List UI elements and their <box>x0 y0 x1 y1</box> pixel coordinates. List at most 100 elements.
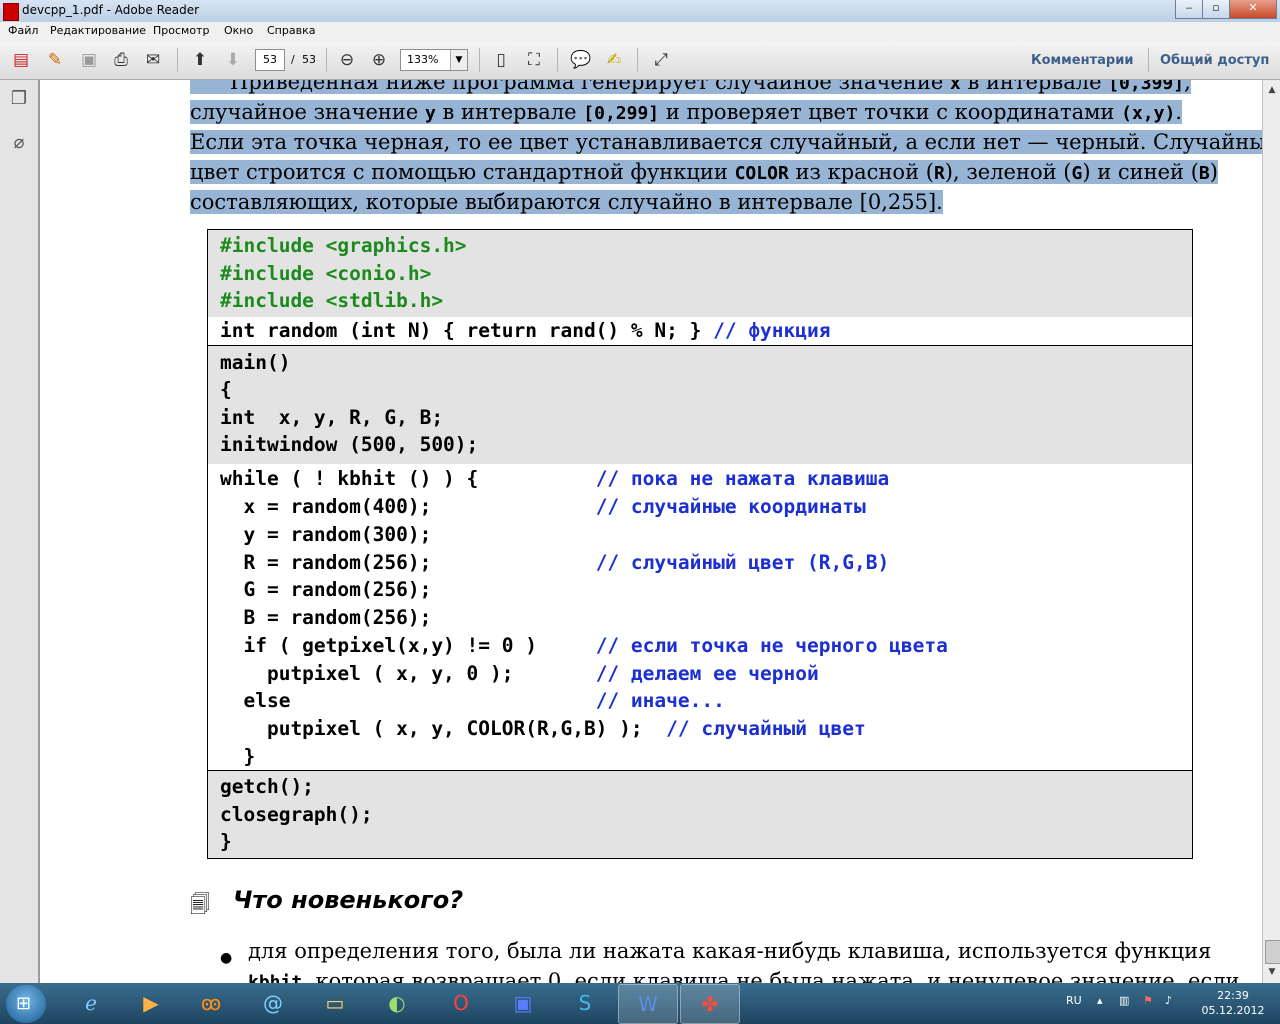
action-center-icon[interactable]: ⚑ <box>1143 994 1153 1007</box>
messenger-icon[interactable]: @ <box>244 984 302 1022</box>
section-title: Что новенького? <box>233 886 464 914</box>
text-run: , <box>1184 80 1191 94</box>
code-run: [0,299] <box>583 103 660 124</box>
maximize-button[interactable]: ▫ <box>1202 0 1230 19</box>
code-block-end: getch(); closegraph(); } <box>208 771 1192 858</box>
toolbar-separator <box>557 48 558 72</box>
vertical-scrollbar[interactable]: ▲ ▼ <box>1262 80 1280 983</box>
code-line: G = random(256); <box>220 578 432 601</box>
media-player-icon[interactable]: ▶ <box>122 984 180 1022</box>
code-line: #include <stdlib.h> <box>220 289 444 312</box>
chevron-down-icon[interactable]: ▼ <box>450 50 467 70</box>
attachments-icon[interactable]: ⌀ <box>8 132 30 156</box>
fullscreen-icon[interactable]: ⤢ <box>648 47 674 73</box>
adobe-reader-icon[interactable]: ✤ <box>680 984 740 1024</box>
code-line: main() <box>220 351 291 374</box>
code-listing: #include <graphics.h> #include <conio.h>… <box>207 229 1193 859</box>
scroll-up-icon[interactable]: ▲ <box>1264 82 1280 98</box>
text-run: Если эта точка черная, то ее цвет устана… <box>190 130 1262 154</box>
volume-icon[interactable]: ♪ <box>1165 994 1172 1007</box>
paragraph-line: Если эта точка черная, то ее цвет устана… <box>190 130 1262 154</box>
word-icon[interactable]: W <box>618 984 678 1024</box>
zoom-select[interactable]: 133% ▼ <box>400 49 468 71</box>
menu-window[interactable]: Окно <box>224 24 253 37</box>
skype-icon[interactable]: S <box>556 984 614 1022</box>
code-run: y <box>424 103 436 124</box>
code-comment: // пока не нажата клавиша <box>595 467 890 490</box>
menu-help[interactable]: Справка <box>267 24 315 37</box>
code-comment: // если точка не черного цвета <box>595 634 948 657</box>
text-run: цвет строится с помощью стандартной функ… <box>190 160 735 184</box>
code-block-includes: #include <graphics.h> #include <conio.h>… <box>208 230 1192 317</box>
text-run: Приведенная ниже программа генерирует сл… <box>230 80 950 94</box>
email-icon[interactable]: ✉ <box>140 47 166 73</box>
text-run: в интервале <box>960 80 1109 94</box>
windows-logo-icon: ⊞ <box>16 993 32 1014</box>
code-comment: // случайный цвет (R,G,B) <box>595 551 890 574</box>
code-line: B = random(256); <box>220 606 432 629</box>
fit-width-icon[interactable]: ⛶ <box>521 47 547 73</box>
text-run: из красной ( <box>788 160 934 184</box>
ie-icon[interactable]: ℯ <box>62 984 120 1022</box>
comment-icon[interactable]: 💬 <box>568 47 594 73</box>
code-line: putpixel ( x, y, COLOR(R,G,B) ); <box>220 717 667 740</box>
scroll-thumb[interactable] <box>1265 940 1280 964</box>
fit-page-icon[interactable]: ▯ <box>488 47 514 73</box>
create-pdf-icon[interactable]: ▤ <box>8 47 34 73</box>
code-line: initwindow (500, 500); <box>220 433 479 456</box>
print-icon[interactable]: ⎙ <box>108 47 134 73</box>
next-page-icon[interactable]: ⬇ <box>220 47 246 73</box>
bullet-dot-icon: ● <box>220 950 233 966</box>
code-line: int random (int N) { return rand() % N; … <box>220 319 714 342</box>
green-app-icon[interactable]: ◐ <box>368 984 426 1022</box>
prev-page-icon[interactable]: ⬆ <box>187 47 213 73</box>
toolbar: ▤ ✎ ▣ ⎙ ✉ ⬆ ⬇ 53 / 53 ⊖ ⊕ 133% ▼ ▯ ⛶ 💬 ✍… <box>0 41 1280 80</box>
tray-expand-icon[interactable]: ▴ <box>1097 994 1103 1007</box>
code-comment: // функция <box>713 319 831 342</box>
code-line: putpixel ( x, y, 0 ); <box>220 662 596 685</box>
zoom-in-icon[interactable]: ⊕ <box>366 47 392 73</box>
toolbar-separator <box>177 48 178 72</box>
code-line: getch(); <box>220 775 314 798</box>
document-page: Приведенная ниже программа генерирует сл… <box>40 80 1262 983</box>
clock[interactable]: 22:39 05.12.2012 <box>1196 988 1270 1018</box>
code-comment: // случайный цвет <box>666 717 866 740</box>
toolbar-separator <box>1148 48 1149 72</box>
menu-file[interactable]: Файл <box>8 24 38 37</box>
save-icon[interactable]: ▣ <box>76 47 102 73</box>
minimize-button[interactable]: ‒ <box>1175 0 1203 19</box>
paragraph-line: составляющих, которые выбираются случайн… <box>190 190 943 214</box>
text-run: составляющих, которые выбираются случайн… <box>190 190 943 214</box>
code-line: #include <graphics.h> <box>220 234 467 257</box>
paragraph-line: случайное значение y в интервале [0,299]… <box>190 100 1182 124</box>
code-run: x <box>949 80 961 94</box>
close-button[interactable]: ✕ <box>1229 0 1277 19</box>
highlight-icon[interactable]: ✍ <box>601 47 627 73</box>
pdf-file-icon <box>3 3 19 21</box>
floppy-save-icon[interactable]: ▣ <box>494 984 552 1022</box>
menu-edit[interactable]: Редактирование <box>50 24 146 37</box>
zoom-out-icon[interactable]: ⊖ <box>334 47 360 73</box>
language-indicator[interactable]: RU <box>1066 994 1082 1007</box>
page-number-input[interactable]: 53 <box>255 49 285 71</box>
zoom-value: 133% <box>407 53 439 66</box>
network-icon[interactable]: ▥ <box>1119 994 1129 1007</box>
code-block-random: int random (int N) { return rand() % N; … <box>208 317 1192 345</box>
share-link[interactable]: Общий доступ <box>1160 53 1269 68</box>
opera-icon[interactable]: O <box>432 984 490 1022</box>
scroll-down-icon[interactable]: ▼ <box>1264 964 1280 980</box>
code-line: x = random(400); <box>220 495 596 518</box>
bullet-text-line: kbhit, которая возвращает 0, если клавиш… <box>248 969 1240 983</box>
paragraph-line: Приведенная ниже программа генерирует сл… <box>190 80 1191 94</box>
pages-icon[interactable]: ❐ <box>8 88 30 112</box>
edit-icon[interactable]: ✎ <box>42 47 68 73</box>
comments-link[interactable]: Комментарии <box>1031 53 1133 68</box>
start-button[interactable]: ⊞ <box>6 985 46 1023</box>
odnoklassniki-icon[interactable]: ꙭ <box>182 984 240 1022</box>
menu-view[interactable]: Просмотр <box>153 24 209 37</box>
explorer-folder-icon[interactable]: ▭ <box>306 984 364 1022</box>
clock-time: 22:39 <box>1217 989 1249 1002</box>
left-nav-panel: ❐ ⌀ <box>0 80 39 983</box>
code-line: int x, y, R, G, B; <box>220 406 444 429</box>
text-run: и проверяет цвет точки с координатами <box>659 100 1122 124</box>
